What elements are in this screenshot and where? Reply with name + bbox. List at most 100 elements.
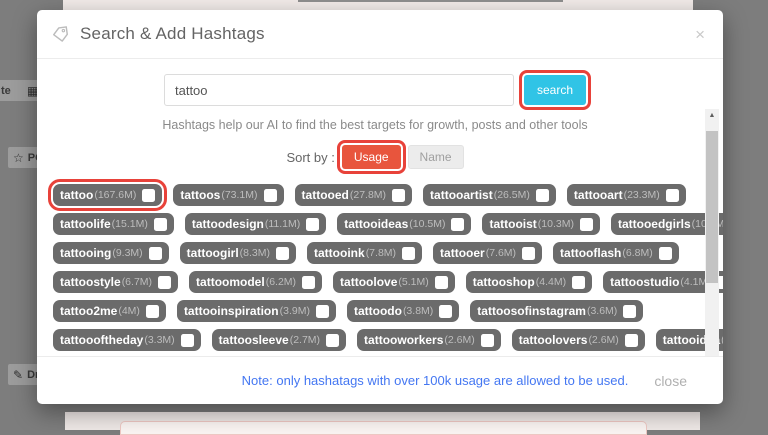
modal-header: Search & Add Hashtags ×	[37, 10, 723, 59]
hashtag-checkbox[interactable]	[264, 189, 277, 202]
hashtag-count: (11.1M)	[265, 218, 300, 230]
hashtag-pill-tattooist[interactable]: tattooist(10.3M)	[482, 213, 600, 235]
hashtag-checkbox[interactable]	[158, 276, 171, 289]
hashtag-pill-tattoosleeve[interactable]: tattoosleeve(2.7M)	[212, 329, 346, 351]
hashtag-checkbox[interactable]	[392, 189, 405, 202]
background-bottom-panel	[65, 412, 700, 430]
background-top-strip	[63, 0, 693, 10]
hashtag-name: tattooedgirls	[618, 217, 691, 231]
hashtag-checkbox[interactable]	[451, 218, 464, 231]
hashtag-checkbox[interactable]	[181, 334, 194, 347]
hashtag-checkbox[interactable]	[522, 247, 535, 260]
hashtag-pill-tattoos[interactable]: tattoos(73.1M)	[173, 184, 283, 206]
hashtag-pill-tattooink[interactable]: tattooink(7.8M)	[307, 242, 422, 264]
hashtag-checkbox[interactable]	[326, 334, 339, 347]
hashtag-pill-tattooinspiration[interactable]: tattooinspiration(3.9M)	[177, 300, 336, 322]
hashtag-pill-tattooshop[interactable]: tattooshop(4.4M)	[466, 271, 592, 293]
hashtag-count: (4.4M)	[536, 276, 566, 288]
hashtag-name: tattooshop	[473, 275, 535, 289]
hashtag-checkbox[interactable]	[666, 189, 679, 202]
close-button[interactable]: close	[648, 372, 693, 390]
hashtag-checkbox[interactable]	[276, 247, 289, 260]
hashtag-name: tattoostudio	[610, 275, 679, 289]
hashtag-checkbox[interactable]	[149, 247, 162, 260]
hashtag-name: tattooink	[314, 246, 365, 260]
search-button[interactable]: search	[524, 75, 586, 105]
hashtag-checkbox[interactable]	[572, 276, 585, 289]
hashtag-pill-tattooideas[interactable]: tattooideas(10.5M)	[337, 213, 471, 235]
hashtag-checkbox[interactable]	[402, 247, 415, 260]
hashtag-checkbox[interactable]	[435, 276, 448, 289]
hashtag-name: tattooing	[60, 246, 111, 260]
hashtag-count: (7.8M)	[366, 247, 396, 259]
background-bottom-box	[120, 421, 647, 435]
hashtag-checkbox[interactable]	[302, 276, 315, 289]
hashtag-count: (4M)	[118, 305, 140, 317]
hashtag-name: tattooflash	[560, 246, 621, 260]
hashtag-pill-tattooer[interactable]: tattooer(7.6M)	[433, 242, 542, 264]
hashtag-pill-tattooart[interactable]: tattooart(23.3M)	[567, 184, 686, 206]
hashtag-pill-tattoo2me[interactable]: tattoo2me(4M)	[53, 300, 166, 322]
hashtag-checkbox[interactable]	[306, 218, 319, 231]
hashtag-pill-tattoolife[interactable]: tattoolife(15.1M)	[53, 213, 174, 235]
hashtag-pill-tattooartist[interactable]: tattooartist(26.5M)	[423, 184, 556, 206]
hashtag-count: (10.5M)	[409, 218, 445, 230]
sort-buttons: Usage Name	[342, 145, 464, 169]
hashtag-count: (3.3M)	[144, 334, 174, 346]
close-icon[interactable]: ×	[691, 24, 709, 45]
edit-icon: ✎	[13, 368, 23, 382]
sort-usage-button[interactable]: Usage	[342, 145, 401, 169]
scroll-up-icon[interactable]: ▲	[705, 109, 719, 121]
hashtag-checkbox[interactable]	[142, 189, 155, 202]
hashtag-pill-tattoo[interactable]: tattoo(167.6M)	[53, 184, 162, 206]
hashtag-count: (6.7M)	[122, 276, 152, 288]
hashtag-pill-tattoogirl[interactable]: tattoogirl(8.3M)	[180, 242, 296, 264]
hashtag-pill-tattoolove[interactable]: tattoolove(5.1M)	[333, 271, 455, 293]
hashtag-row: tattoolife(15.1M) tattoodesign(11.1M) tatt…	[53, 213, 697, 235]
hashtag-search-input[interactable]	[164, 74, 514, 106]
sort-name-button[interactable]: Name	[408, 145, 464, 169]
hashtag-count: (2.5M)	[721, 334, 723, 346]
hashtag-pill-tattooed[interactable]: tattooed(27.8M)	[295, 184, 413, 206]
star-icon: ☆	[13, 151, 24, 165]
hashtag-checkbox[interactable]	[580, 218, 593, 231]
hashtag-count: (5.1M)	[398, 276, 428, 288]
hashtag-name: tattooartist	[430, 188, 493, 202]
hashtag-pill-tattoostyle[interactable]: tattoostyle(6.7M)	[53, 271, 178, 293]
hashtag-pill-tattoodesign[interactable]: tattoodesign(11.1M)	[185, 213, 326, 235]
hashtag-checkbox[interactable]	[623, 305, 636, 318]
hashtag-count: (27.8M)	[350, 189, 386, 201]
hashtag-name: tattoomodel	[196, 275, 265, 289]
hashtag-checkbox[interactable]	[439, 305, 452, 318]
hashtag-count: (23.3M)	[624, 189, 660, 201]
hashtag-checkbox[interactable]	[146, 305, 159, 318]
hashtag-checkbox[interactable]	[316, 305, 329, 318]
hashtag-checkbox[interactable]	[154, 218, 167, 231]
hashtag-name: tattoo	[60, 188, 93, 202]
hashtag-checkbox[interactable]	[481, 334, 494, 347]
scrollbar-thumb[interactable]	[706, 131, 718, 283]
modal-body: search Hashtags help our AI to find the …	[37, 59, 723, 356]
screenshot-root: te ▦ ☆ PO ✎ Dr Search & Add Hashtags ×	[0, 0, 768, 430]
hashtag-checkbox[interactable]	[536, 189, 549, 202]
hashtag-row: tattoo(167.6M) tattoos(73.1M) tattooed(27.…	[53, 184, 697, 206]
sort-by-label: Sort by :	[286, 150, 334, 165]
hashtag-pill-tattoosofinstagram[interactable]: tattoosofinstagram(3.6M)	[470, 300, 643, 322]
hashtag-pill-tattoolovers[interactable]: tattoolovers(2.6M)	[512, 329, 645, 351]
background-top-line	[298, 0, 563, 2]
hashtag-pill-tattooing[interactable]: tattooing(9.3M)	[53, 242, 169, 264]
hashtag-count: (3.8M)	[403, 305, 433, 317]
scrollbar[interactable]: ▲ ▼	[705, 109, 719, 356]
hashtag-pill-tattoomodel[interactable]: tattoomodel(6.2M)	[189, 271, 322, 293]
hashtag-pill-tattooworkers[interactable]: tattooworkers(2.6M)	[357, 329, 501, 351]
hashtag-count: (10.3M)	[538, 218, 574, 230]
hashtag-pill-tattoodo[interactable]: tattoodo(3.8M)	[347, 300, 459, 322]
hashtag-count: (26.5M)	[494, 189, 530, 201]
hashtag-checkbox[interactable]	[625, 334, 638, 347]
hashtag-pill-tattoooftheday[interactable]: tattoooftheday(3.3M)	[53, 329, 201, 351]
hashtag-row: tattooing(9.3M) tattoogirl(8.3M) tattooink…	[53, 242, 697, 264]
hashtag-count: (2.6M)	[588, 334, 618, 346]
hashtag-pill-tattooflash[interactable]: tattooflash(6.8M)	[553, 242, 679, 264]
hashtag-checkbox[interactable]	[659, 247, 672, 260]
hashtag-count: (9.3M)	[112, 247, 142, 259]
